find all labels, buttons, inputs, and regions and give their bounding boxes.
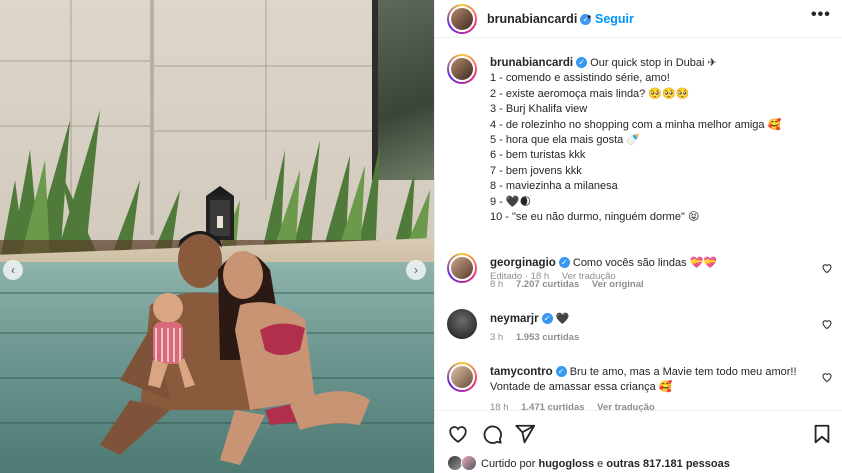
caption-username[interactable]: brunabiancardi ✓ <box>490 57 588 69</box>
caption-line: 4 - de rolezinho no shopping com a minha… <box>490 118 782 131</box>
caption-line: 7 - bem jovens kkk <box>490 164 582 177</box>
chevron-left-icon[interactable]: ‹ <box>3 260 23 280</box>
caption-avatar[interactable] <box>447 54 477 84</box>
comment-time: 8 h <box>490 279 504 290</box>
post-details-panel: brunabiancardi ✓ • Seguir ••• brunabianca… <box>434 0 842 473</box>
author-username[interactable]: brunabiancardi ✓ <box>487 12 592 26</box>
comment-body-line2: Vontade de amassar essa criança 🥰 <box>490 381 673 393</box>
liked-by-others[interactable]: outras 817.181 pessoas <box>606 458 730 470</box>
caption-line: Our quick stop in Dubai ✈ <box>590 57 717 69</box>
verified-badge: ✓ <box>558 257 570 268</box>
more-icon[interactable]: ••• <box>811 6 831 24</box>
caption-line: 3 - Burj Khalifa view <box>490 103 588 116</box>
comment-avatar[interactable] <box>447 362 477 392</box>
comment-avatar[interactable] <box>447 253 477 283</box>
caption-line: 2 - existe aeromoça mais linda? 🥺🥺🥺 <box>490 87 690 100</box>
verified-badge: ✓ <box>541 313 553 324</box>
comment-username[interactable]: georginagio ✓ <box>490 257 570 269</box>
comment-meta: 8 h 7.207 curtidas Ver original <box>490 279 644 290</box>
comment-meta: 3 h 1.953 curtidas <box>490 332 579 343</box>
comment-username[interactable]: tamycontro ✓ <box>490 366 567 378</box>
liked-by-text: Curtido por hugogloss e outras 817.181 p… <box>481 458 730 470</box>
comment-body: 🖤 <box>555 313 570 325</box>
chevron-right-icon[interactable]: › <box>406 260 426 280</box>
caption-text: brunabiancardi ✓ Our quick stop in Dubai … <box>490 56 830 225</box>
heart-icon[interactable] <box>447 423 469 445</box>
author-avatar[interactable] <box>447 4 477 34</box>
comment-time: 3 h <box>490 332 504 343</box>
share-icon[interactable] <box>514 423 536 445</box>
heart-icon[interactable] <box>821 318 833 330</box>
comment-username[interactable]: neymarjr ✓ <box>490 313 553 325</box>
verified-badge: ✓ <box>555 366 567 377</box>
caption-line: 6 - bem turistas kkk <box>490 149 586 162</box>
caption-line: 10 - "se eu não durmo, ninguém dorme" 😝 <box>490 211 700 224</box>
comment-likes[interactable]: 1.953 curtidas <box>516 332 579 343</box>
liked-by: Curtido por hugogloss e outras 817.181 p… <box>447 454 842 473</box>
comment-body: Como vocês são lindas 💝💝 <box>572 257 718 269</box>
bookmark-icon[interactable] <box>811 423 833 445</box>
comment-text: neymarjr ✓ 🖤 <box>490 312 810 327</box>
comment-body: Bru te amo, mas a Mavie tem todo meu amo… <box>569 366 797 378</box>
verified-badge: ✓ <box>576 57 588 68</box>
comment-avatar[interactable] <box>447 309 477 339</box>
heart-icon[interactable] <box>821 262 833 274</box>
heart-icon[interactable] <box>821 371 833 383</box>
follow-button[interactable]: Seguir <box>595 12 634 26</box>
post-action-bar <box>435 410 842 455</box>
comment-text: tamycontro ✓ Bru te amo, mas a Mavie tem … <box>490 365 810 395</box>
caption-line: 1 - comendo e assistindo série, amo! <box>490 72 670 85</box>
header-separator: • <box>587 10 592 24</box>
post-photo[interactable]: ‹ › <box>0 0 434 473</box>
comment-icon[interactable] <box>481 423 503 445</box>
liked-by-user[interactable]: hugogloss <box>538 458 594 470</box>
caption-line: 9 - 🖤🌒 <box>490 195 532 208</box>
photo-people <box>100 231 370 465</box>
caption-line: 8 - maviezinha a milanesa <box>490 180 618 193</box>
liked-by-avatars <box>447 455 483 473</box>
post-header: brunabiancardi ✓ • Seguir ••• <box>435 0 842 38</box>
caption-line: 5 - hora que ela mais gosta 🍼 <box>490 134 641 147</box>
comment-text: georginagio ✓ Como vocês são lindas 💝💝 <box>490 256 810 271</box>
comment-see-original[interactable]: Ver original <box>592 279 644 290</box>
comment-likes[interactable]: 7.207 curtidas <box>516 279 579 290</box>
